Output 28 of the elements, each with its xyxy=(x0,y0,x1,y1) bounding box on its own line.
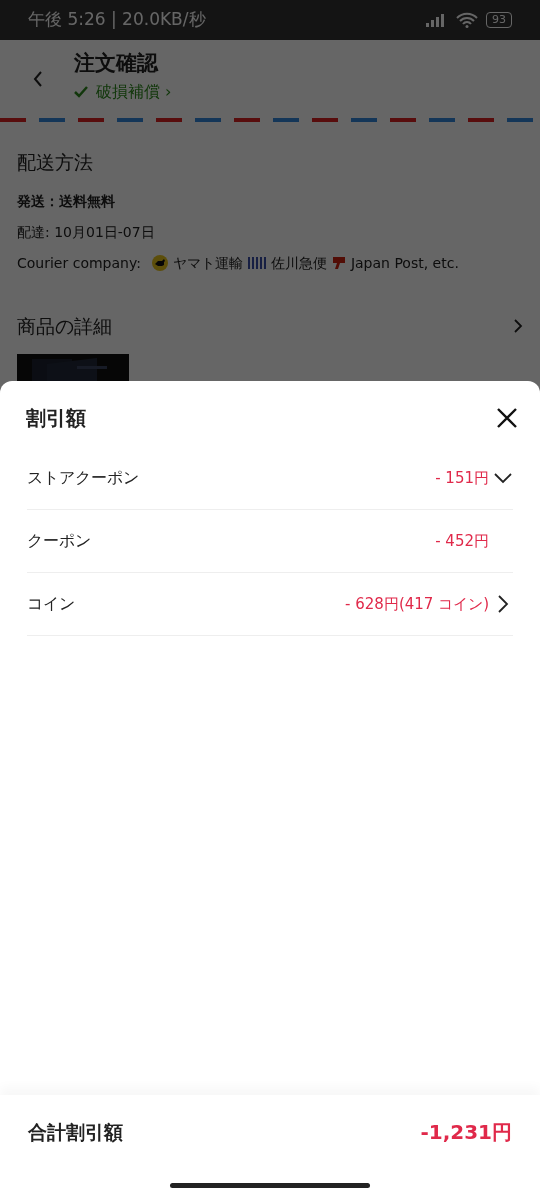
total-amount: -1,231円 xyxy=(420,1119,512,1146)
courier-name: Japan Post, etc. xyxy=(350,253,459,273)
back-icon[interactable] xyxy=(32,70,44,88)
damage-guarantee-link[interactable]: 破損補償 › xyxy=(96,79,172,104)
discount-label: コイン xyxy=(27,593,75,615)
close-icon[interactable] xyxy=(496,407,518,429)
discount-amount: - 628円(417 コイン) xyxy=(345,593,489,615)
sheet-title: 割引額 xyxy=(26,405,86,432)
stripes-icon xyxy=(247,256,266,270)
postal-mark-icon xyxy=(331,256,346,270)
wifi-icon xyxy=(456,12,478,28)
delivery-date: 配達: 10月01日-07日 xyxy=(17,222,156,242)
courier-label: Courier company: xyxy=(17,253,141,273)
discount-label: ストアクーポン xyxy=(27,467,139,489)
battery-level: 93 xyxy=(486,12,512,28)
shipping-method: 発送：送料無料 xyxy=(17,191,116,211)
status-time: 午後 5:26 | 20.0KB/秒 xyxy=(28,8,206,32)
check-icon xyxy=(74,85,88,98)
discount-amount: - 151円 xyxy=(435,467,489,489)
discount-amount: - 452円 xyxy=(435,530,489,552)
courier-name: 佐川急便 xyxy=(270,253,327,273)
total-label: 合計割引額 xyxy=(28,1119,123,1145)
discount-label: クーポン xyxy=(27,530,91,552)
section-title: 配送方法 xyxy=(17,150,94,175)
section-title: 商品の詳細 xyxy=(17,313,112,339)
courier-name: ヤマト運輸 xyxy=(172,253,243,273)
cat-icon xyxy=(151,255,168,271)
page-title: 注文確認 xyxy=(74,50,160,77)
